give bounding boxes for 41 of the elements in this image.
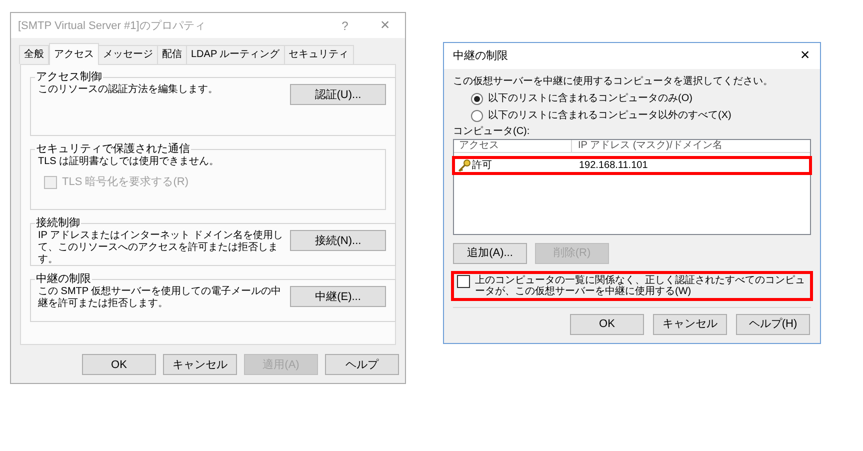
group-title: セキュリティで保護された通信 (35, 142, 191, 156)
push-button[interactable]: 追加(A)... (453, 243, 527, 264)
push-button[interactable]: OK (570, 314, 644, 335)
group-description: このリソースの認証方法を編集します。 (38, 84, 219, 96)
push-button[interactable]: 中継(E)... (290, 286, 386, 307)
close-button[interactable]: × (790, 49, 820, 63)
table-cell-text: 192.168.11.101 (578, 159, 648, 172)
instruction-text: この仮想サーバーを中継に使用するコンピュータを選択してください。 (453, 75, 774, 88)
column-header[interactable]: アクセス (454, 140, 572, 152)
group-title: 中継の制限 (35, 272, 91, 286)
computer-list[interactable]: アクセス IP アドレス (マスク)/ドメイン名 許可 192.168.11.101 (453, 139, 811, 235)
push-button[interactable]: 接続(N)... (290, 230, 386, 251)
window-title: [SMTP Virtual Server #1]のプロパティ (18, 18, 206, 32)
push-button[interactable]: キャンセル (163, 354, 237, 375)
tab[interactable]: セキュリティ (284, 45, 354, 64)
column-header[interactable]: IP アドレス (マスク)/ドメイン名 (572, 140, 810, 152)
push-button[interactable]: OK (82, 354, 156, 375)
group-description: この SMTP 仮想サーバーを使用しての電子メールの中継を許可または拒否します。 (38, 286, 282, 310)
radio-label: 以下のリストに含まれるコンピュータ以外のすべて(X) (488, 109, 732, 122)
group-description: TLS は証明書なしでは使用できません。 (38, 156, 220, 168)
window-title: 中継の制限 (453, 49, 509, 63)
push-button[interactable]: 認証(U)... (290, 84, 386, 105)
push-button[interactable]: キャンセル (653, 314, 727, 335)
group-title: 接続制御 (35, 216, 81, 230)
tab[interactable]: 全般 (19, 45, 49, 64)
table-cell: 許可 (472, 159, 492, 172)
radio-button[interactable] (471, 92, 483, 104)
group-title: アクセス制御 (35, 70, 103, 84)
checkbox-label: TLS 暗号化を要求する(R) (62, 175, 188, 189)
push-button[interactable]: ヘルプ (325, 354, 399, 375)
checkbox-label: 上のコンピュータの一覧に関係なく、正しく認証されたすべてのコンピュータが、この仮想サーバーを中継に使用する(W) (475, 275, 806, 297)
radio-button[interactable] (471, 110, 483, 122)
radio-label: 以下のリストに含まれるコンピュータのみ(O) (488, 92, 692, 105)
tab[interactable]: アクセス (49, 43, 99, 65)
help-button[interactable]: ? (325, 18, 365, 32)
checkbox[interactable] (457, 275, 470, 288)
push-button[interactable]: ヘルプ(H) (736, 314, 810, 335)
list-label: コンピュータ(C): (453, 125, 531, 138)
key-icon (457, 158, 471, 172)
group-description: IP アドレスまたはインターネット ドメイン名を使用して、このリソースへのアクセスを許可または拒否します。 (38, 230, 284, 266)
close-button[interactable]: × (365, 18, 405, 32)
